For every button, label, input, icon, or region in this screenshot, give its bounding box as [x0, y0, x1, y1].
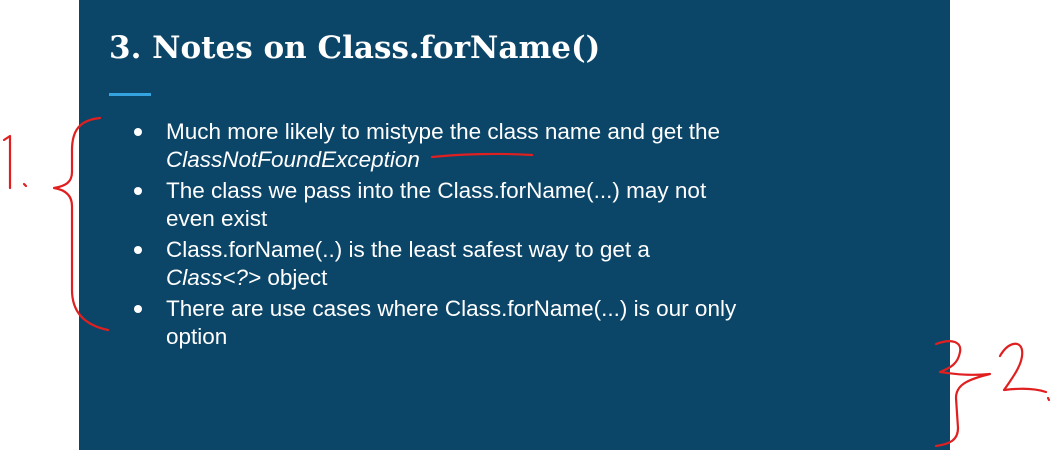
bullet-3-class-type: Class<?>: [166, 264, 262, 290]
bullet-4-line-2: option: [166, 323, 228, 349]
bullet-2-line-2: even exist: [166, 205, 268, 231]
screenshot-canvas: 3. Notes on Class.forName() Much more li…: [0, 0, 1054, 459]
bullet-3-line-2: Class<?> object: [166, 264, 932, 292]
bullet-1-text-a: Much more likely to: [166, 119, 367, 144]
bullet-3-line-1: Class.forName(..) is the least safest wa…: [166, 237, 650, 262]
slide-title: 3. Notes on Class.forName(): [109, 30, 601, 66]
title-accent-bar: [109, 93, 151, 96]
bullet-item-4: There are use cases where Class.forName(…: [132, 295, 932, 350]
number-2-mark: [998, 342, 1048, 394]
bullet-1-line-1: Much more likely to mistype the class na…: [166, 118, 932, 146]
bullet-item-3: Class.forName(..) is the least safest wa…: [132, 236, 932, 291]
number-1-dot: [22, 182, 28, 188]
bullet-item-2: The class we pass into the Class.forName…: [132, 177, 932, 232]
bullet-3-text-rest: object: [261, 264, 328, 290]
bullet-dot-icon: [134, 305, 142, 313]
bullet-item-1: Much more likely to mistype the class na…: [132, 118, 932, 173]
bullet-4-line-1: There are use cases where Class.forName(…: [166, 296, 737, 321]
bullet-2-line-1: The class we pass into the Class.forName…: [166, 178, 707, 203]
bullet-1-word-mistype: mistype: [366, 119, 444, 144]
bullet-dot-icon: [134, 128, 142, 136]
number-2-dot: [1046, 396, 1051, 402]
bullet-list: Much more likely to mistype the class na…: [132, 118, 932, 354]
number-1-mark: [2, 134, 12, 190]
bullet-1-text-b: the class name and get the: [443, 119, 721, 144]
bullet-dot-icon: [134, 246, 142, 254]
presentation-slide: 3. Notes on Class.forName() Much more li…: [79, 0, 950, 450]
bullet-dot-icon: [134, 187, 142, 195]
bullet-1-line-2: ClassNotFoundException: [166, 146, 420, 172]
